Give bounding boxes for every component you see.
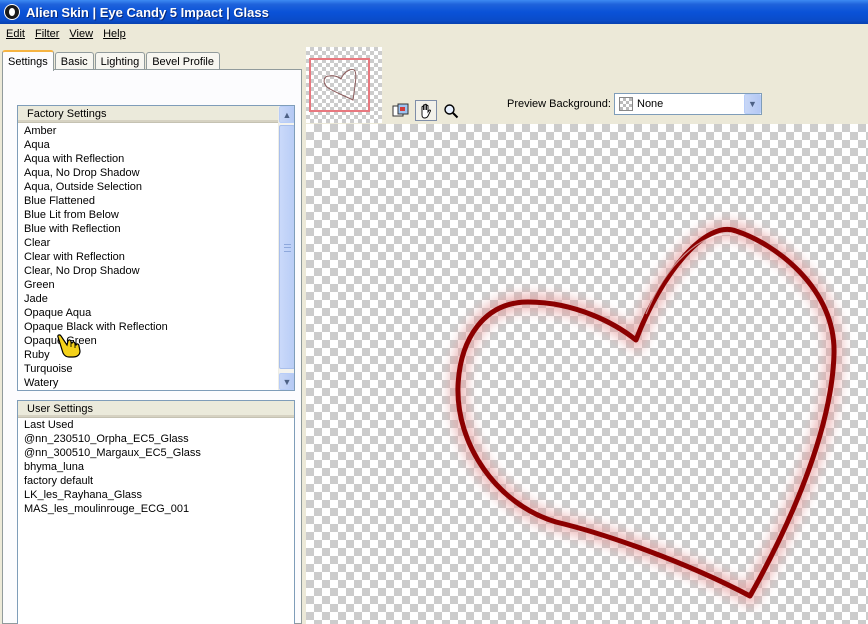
list-item[interactable]: Clear	[18, 236, 279, 250]
list-item[interactable]: Blue Flattened	[18, 194, 279, 208]
menu-edit[interactable]: Edit	[2, 28, 29, 40]
list-item[interactable]: Jade	[18, 292, 279, 306]
list-item[interactable]: Blue with Reflection	[18, 222, 279, 236]
list-item[interactable]: Aqua with Reflection	[18, 152, 279, 166]
user-settings-header: User Settings	[18, 401, 294, 418]
heart-stroke	[455, 226, 837, 599]
list-item[interactable]: Turquoise	[18, 362, 279, 376]
tab-lighting[interactable]: Lighting	[94, 52, 146, 70]
list-item[interactable]: @nn_230510_Orpha_EC5_Glass	[18, 432, 294, 446]
preview-image	[449, 221, 843, 607]
zoom-icon	[444, 103, 459, 118]
list-item[interactable]: MAS_les_moulinrouge_ECG_001	[18, 502, 294, 516]
preview-background-select[interactable]: None ▼	[614, 93, 762, 115]
scroll-down-button[interactable]: ▼	[279, 373, 294, 390]
scroll-thumb[interactable]	[279, 125, 294, 369]
list-item[interactable]: Last Used	[18, 418, 294, 432]
menu-view[interactable]: View	[65, 28, 97, 40]
preview-background-value: None	[637, 98, 664, 110]
grip-icon	[284, 244, 291, 252]
menu-help[interactable]: Help	[99, 28, 130, 40]
preview-toggle-button[interactable]	[390, 100, 412, 121]
list-item[interactable]: Green	[18, 278, 279, 292]
menu-help-label: Help	[103, 28, 126, 40]
list-item[interactable]: Aqua	[18, 138, 279, 152]
hand-pan-tool-button[interactable]	[415, 100, 437, 121]
menu-bar: Edit Filter View Help	[0, 24, 868, 44]
preview-panel: Preview Background: None ▼	[306, 44, 868, 624]
settings-panel: Settings Basic Lighting Bevel Profile Fa…	[0, 44, 306, 624]
list-item[interactable]: bhyma_luna	[18, 460, 294, 474]
list-item[interactable]: Aqua, Outside Selection	[18, 180, 279, 194]
tab-bevel-profile[interactable]: Bevel Profile	[146, 52, 220, 70]
title-bar: Alien Skin | Eye Candy 5 Impact | Glass	[0, 0, 868, 24]
chevron-down-icon[interactable]: ▼	[744, 94, 761, 114]
hand-pan-icon	[421, 103, 431, 118]
menu-edit-label: Edit	[6, 28, 25, 40]
list-item[interactable]: Clear, No Drop Shadow	[18, 264, 279, 278]
factory-settings-scrollbar[interactable]: ▲ ▼	[278, 106, 294, 390]
tab-strip: Settings Basic Lighting Bevel Profile	[2, 48, 221, 71]
navigator-thumbnail[interactable]	[306, 47, 382, 123]
tab-basic[interactable]: Basic	[54, 52, 94, 70]
window-title: Alien Skin | Eye Candy 5 Impact | Glass	[26, 4, 269, 20]
preview-toolbar	[390, 100, 462, 121]
menu-filter[interactable]: Filter	[31, 28, 63, 40]
list-item[interactable]: factory default	[18, 474, 294, 488]
zoom-tool-button[interactable]	[440, 100, 462, 121]
preview-background-label: Preview Background:	[507, 98, 611, 110]
tab-settings[interactable]: Settings	[2, 50, 54, 71]
preview-toggle-icon	[392, 103, 409, 116]
preview-canvas[interactable]	[306, 124, 868, 624]
transparent-swatch-icon	[619, 97, 633, 111]
thumbnail-heart	[323, 68, 357, 101]
list-item[interactable]: Opaque Aqua	[18, 306, 279, 320]
list-item[interactable]: Clear with Reflection	[18, 250, 279, 264]
list-item[interactable]: Amber	[18, 124, 279, 138]
factory-settings-header: Factory Settings	[18, 106, 294, 123]
list-item[interactable]: Watery	[18, 376, 279, 390]
pointing-hand-cursor-icon	[57, 334, 81, 358]
menu-view-label: View	[69, 28, 94, 40]
list-item[interactable]: LK_les_Rayhana_Glass	[18, 488, 294, 502]
user-settings-list[interactable]: User Settings Last Used @nn_230510_Orpha…	[17, 400, 295, 624]
list-item[interactable]: @nn_300510_Margaux_EC5_Glass	[18, 446, 294, 460]
list-item[interactable]: Aqua, No Drop Shadow	[18, 166, 279, 180]
scroll-up-button[interactable]: ▲	[279, 106, 294, 123]
list-item[interactable]: Blue Lit from Below	[18, 208, 279, 222]
settings-tab-body: Factory Settings Amber Aqua Aqua with Re…	[2, 69, 302, 624]
menu-filter-label: Filter	[34, 28, 60, 40]
alien-skin-logo-icon	[4, 4, 20, 20]
